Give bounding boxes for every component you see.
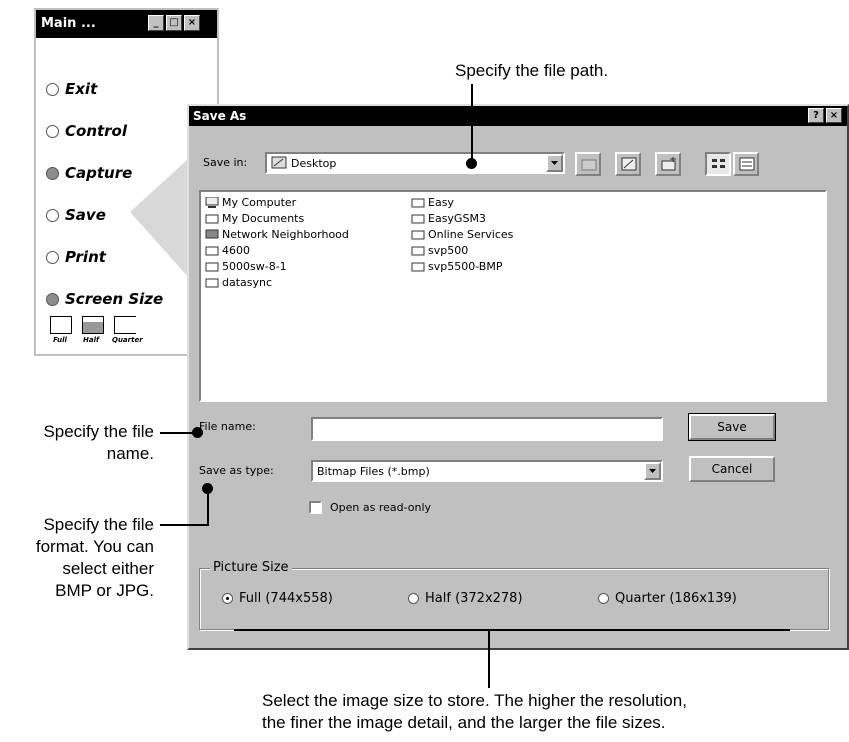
up-folder-icon [581, 159, 597, 171]
maximize-icon[interactable]: □ [166, 15, 182, 31]
annotation-path-dot [466, 158, 477, 169]
size-half-icon[interactable] [82, 316, 104, 334]
list-view-icon [712, 159, 725, 168]
radio-icon [598, 593, 609, 604]
picture-size-half[interactable]: Half (372x278) [408, 591, 523, 606]
save-in-value: Desktop [291, 157, 337, 170]
network-icon [205, 229, 219, 239]
list-item[interactable]: Online Services [411, 228, 513, 241]
size-half-label: Half [83, 336, 100, 344]
annotation-size-vline [488, 630, 490, 688]
radio-icon [46, 208, 59, 222]
save-in-label: Save in: [203, 156, 248, 169]
main-window-titlebar[interactable]: Main ... _ □ × [36, 10, 217, 38]
desktop-icon [271, 156, 287, 169]
size-full-label: Full [53, 336, 67, 344]
picture-size-quarter[interactable]: Quarter (186x139) [598, 591, 737, 606]
radio-icon [46, 292, 59, 306]
size-quarter-label: Quarter [112, 336, 143, 344]
save-type-value: Bitmap Files (*.bmp) [317, 465, 430, 478]
desktop-icon [621, 157, 637, 171]
details-view-button[interactable] [733, 152, 759, 176]
size-full-icon[interactable] [50, 316, 72, 334]
save-as-dialog: Save As ? × Save in: Desktop My Computer [187, 104, 849, 650]
list-item[interactable]: Network Neighborhood [205, 228, 349, 241]
main-option-control[interactable]: Control [46, 122, 127, 140]
list-item[interactable]: My Computer [205, 196, 296, 209]
save-in-combo[interactable]: Desktop [265, 152, 565, 174]
radio-icon [46, 82, 59, 96]
dialog-title: Save As [193, 109, 247, 123]
radio-icon [46, 166, 59, 180]
folder-icon [411, 230, 425, 240]
minimize-icon[interactable]: _ [148, 15, 164, 31]
cancel-button[interactable]: Cancel [689, 456, 775, 482]
picture-size-full[interactable]: Full (744x558) [222, 591, 333, 606]
chevron-down-icon[interactable] [546, 154, 563, 172]
radio-selected-icon [222, 593, 233, 604]
main-option-exit[interactable]: Exit [46, 80, 97, 98]
close-icon[interactable]: × [826, 108, 842, 123]
folder-icon [205, 246, 219, 256]
save-type-label: Save as type: [199, 464, 274, 477]
main-option-capture[interactable]: Capture [46, 164, 132, 182]
details-view-icon [739, 157, 755, 171]
list-view-button[interactable] [705, 152, 731, 176]
folder-icon [411, 214, 425, 224]
folder-icon [205, 214, 219, 224]
picture-size-legend: Picture Size [210, 560, 292, 575]
file-name-label: File name: [199, 420, 256, 433]
size-quarter-icon[interactable] [114, 316, 136, 334]
list-item[interactable]: 5000sw-8-1 [205, 260, 287, 273]
help-icon[interactable]: ? [808, 108, 824, 123]
main-option-print[interactable]: Print [46, 248, 106, 266]
folder-icon [411, 198, 425, 208]
main-window-title: Main ... [41, 16, 96, 31]
close-icon[interactable]: × [184, 15, 200, 31]
annotation-path-line [471, 84, 473, 162]
annotation-format-line [160, 524, 208, 526]
folder-icon [411, 262, 425, 272]
chevron-down-icon[interactable] [644, 462, 661, 480]
file-name-input[interactable] [311, 417, 663, 441]
list-item[interactable]: EasyGSM3 [411, 212, 486, 225]
new-folder-button[interactable] [655, 152, 681, 176]
folder-icon [205, 262, 219, 272]
annotation-format-dot [202, 483, 213, 494]
desktop-button[interactable] [615, 152, 641, 176]
file-list[interactable]: My Computer My Documents Network Neighbo… [199, 190, 827, 402]
annotation-name-line [160, 432, 194, 434]
annotation-name: Specify the file name. [43, 422, 154, 463]
list-item[interactable]: Easy [411, 196, 454, 209]
radio-icon [408, 593, 419, 604]
up-folder-button[interactable] [575, 152, 601, 176]
folder-icon [205, 278, 219, 288]
save-button[interactable]: Save [688, 413, 776, 441]
annotation-size: Select the image size to store. The high… [262, 691, 687, 732]
main-option-save[interactable]: Save [46, 206, 106, 224]
list-item[interactable]: 4600 [205, 244, 250, 257]
folder-icon [411, 246, 425, 256]
annotation-format: Specify the file format. You can select … [35, 515, 154, 600]
list-item[interactable]: svp500 [411, 244, 468, 257]
main-option-screen-size[interactable]: Screen Size [46, 290, 163, 308]
save-type-select[interactable]: Bitmap Files (*.bmp) [311, 460, 663, 482]
annotation-name-dot [192, 427, 203, 438]
radio-icon [46, 250, 59, 264]
readonly-checkbox[interactable]: Open as read-only [309, 501, 431, 514]
computer-icon [205, 197, 219, 208]
list-item[interactable]: My Documents [205, 212, 304, 225]
checkbox-icon[interactable] [309, 501, 322, 514]
list-item[interactable]: svp5500-BMP [411, 260, 502, 273]
radio-icon [46, 124, 59, 138]
new-folder-icon [661, 157, 676, 171]
list-item[interactable]: datasync [205, 276, 272, 289]
annotation-format-vline [207, 489, 209, 526]
dialog-titlebar[interactable]: Save As ? × [189, 106, 847, 126]
annotation-size-hline [234, 629, 790, 631]
picture-size-group: Picture Size Full (744x558) Half (372x27… [199, 560, 829, 630]
annotation-path: Specify the file path. [455, 61, 609, 80]
